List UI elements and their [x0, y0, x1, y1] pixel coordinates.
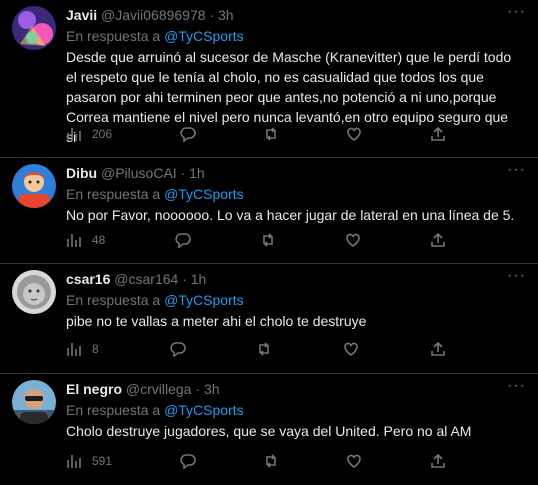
- retweet-button[interactable]: [263, 453, 279, 469]
- tweet-header: csar16 @csar164 · 1h: [66, 270, 526, 288]
- timestamp[interactable]: 1h: [191, 271, 207, 287]
- share-button[interactable]: [430, 453, 446, 469]
- views-button[interactable]: 8: [66, 341, 99, 357]
- reply-prefix: En respuesta a: [66, 402, 161, 418]
- share-icon: [431, 232, 445, 247]
- user-handle[interactable]: @Javii06896978: [101, 7, 206, 23]
- reply-feed: ··· Javii @Javii06896978 · 3h En respues…: [0, 0, 538, 485]
- share-button[interactable]: [430, 341, 446, 357]
- avatar[interactable]: [12, 380, 56, 424]
- more-icon[interactable]: ···: [507, 162, 526, 178]
- share-icon: [431, 453, 445, 468]
- separator-dot: ·: [209, 7, 215, 23]
- user-handle[interactable]: @csar164: [114, 271, 178, 287]
- tweet-text: Cholo destruye jugadores, que se vaya de…: [66, 423, 472, 439]
- timestamp[interactable]: 3h: [218, 7, 234, 23]
- retweet-icon: [259, 342, 270, 356]
- like-button[interactable]: [343, 341, 359, 357]
- views-icon: [67, 234, 81, 247]
- separator-dot: ·: [195, 381, 201, 397]
- reply-prefix: En respuesta a: [66, 292, 161, 308]
- tweet[interactable]: ··· Javii @Javii06896978 · 3h En respues…: [0, 0, 538, 158]
- like-icon: [347, 454, 362, 468]
- reply-icon: [169, 342, 186, 357]
- tweet-text: pibe no te vallas a meter ahi el cholo t…: [66, 313, 367, 329]
- reply-icon: [179, 454, 196, 469]
- action-bar: 8: [66, 339, 446, 359]
- reply-context: En respuesta a @TyCSports: [66, 401, 526, 419]
- retweet-button[interactable]: [260, 232, 276, 248]
- avatar[interactable]: [12, 6, 56, 50]
- display-name[interactable]: csar16: [66, 271, 110, 287]
- display-name[interactable]: Dibu: [66, 165, 97, 181]
- views-icon: [67, 343, 81, 356]
- reply-button[interactable]: [179, 453, 196, 469]
- reply-mention-link[interactable]: @TyCSports: [164, 402, 244, 418]
- avatar[interactable]: [12, 164, 56, 208]
- tweet[interactable]: ··· El negro @crvillega · 3h En respuest…: [0, 374, 538, 485]
- like-button[interactable]: [346, 453, 362, 469]
- share-icon: [431, 126, 445, 141]
- share-button[interactable]: [430, 126, 446, 142]
- retweet-icon: [266, 454, 276, 468]
- like-button[interactable]: [345, 232, 361, 248]
- action-bar: 591: [66, 451, 446, 471]
- tweet-header: Dibu @PilusoCAI · 1h: [66, 164, 526, 182]
- reply-context: En respuesta a @TyCSports: [66, 185, 526, 203]
- separator-dot: ·: [180, 165, 186, 181]
- reply-icon: [179, 127, 196, 142]
- reply-mention-link[interactable]: @TyCSports: [164, 28, 244, 44]
- timestamp[interactable]: 3h: [204, 381, 220, 397]
- more-icon[interactable]: ···: [507, 268, 526, 284]
- display-name[interactable]: El negro: [66, 381, 122, 397]
- tweet[interactable]: ··· Dibu @PilusoCAI · 1h En respuesta a …: [0, 158, 538, 264]
- avatar[interactable]: [12, 270, 56, 314]
- reply-button[interactable]: [174, 232, 191, 248]
- views-count: 591: [92, 454, 113, 468]
- display-name[interactable]: Javii: [66, 7, 97, 23]
- views-count: 206: [92, 127, 113, 141]
- views-button[interactable]: 48: [66, 232, 105, 248]
- separator-dot: ·: [182, 271, 187, 287]
- views-icon: [67, 128, 81, 141]
- retweet-icon: [266, 127, 276, 141]
- reply-button[interactable]: [169, 341, 186, 357]
- share-icon: [431, 341, 445, 356]
- views-count: 8: [92, 342, 99, 356]
- action-bar: 48: [66, 230, 446, 250]
- reply-icon: [174, 233, 191, 248]
- reply-prefix: En respuesta a: [66, 186, 161, 202]
- retweet-icon: [262, 233, 273, 247]
- reply-button[interactable]: [179, 126, 196, 142]
- retweet-button[interactable]: [256, 341, 272, 357]
- retweet-button[interactable]: [263, 126, 279, 142]
- like-icon: [347, 127, 362, 141]
- views-icon: [67, 455, 81, 468]
- views-button[interactable]: 591: [66, 453, 112, 469]
- more-icon[interactable]: ···: [507, 4, 526, 20]
- user-handle[interactable]: @crvillega: [126, 381, 192, 397]
- tweet-header: Javii @Javii06896978 · 3h: [66, 6, 526, 24]
- tweet-header: El negro @crvillega · 3h: [66, 380, 526, 398]
- user-handle[interactable]: @PilusoCAI: [101, 165, 177, 181]
- more-icon[interactable]: ···: [507, 378, 526, 394]
- reply-context: En respuesta a @TyCSports: [66, 27, 526, 45]
- reply-prefix: En respuesta a: [66, 28, 161, 44]
- action-bar: 206: [66, 124, 446, 144]
- views-count: 48: [92, 233, 106, 247]
- tweet-text: No por Favor, noooooo. Lo va a hacer jug…: [66, 207, 515, 223]
- like-icon: [346, 233, 360, 247]
- timestamp[interactable]: 1h: [189, 165, 205, 181]
- reply-mention-link[interactable]: @TyCSports: [164, 186, 244, 202]
- tweet[interactable]: ··· csar16 @csar164 · 1h En respuesta a …: [0, 264, 538, 374]
- like-button[interactable]: [346, 126, 362, 142]
- like-icon: [344, 342, 358, 356]
- reply-context: En respuesta a @TyCSports: [66, 291, 526, 309]
- views-button[interactable]: 206: [66, 126, 112, 142]
- reply-mention-link[interactable]: @TyCSports: [164, 292, 244, 308]
- share-button[interactable]: [430, 232, 446, 248]
